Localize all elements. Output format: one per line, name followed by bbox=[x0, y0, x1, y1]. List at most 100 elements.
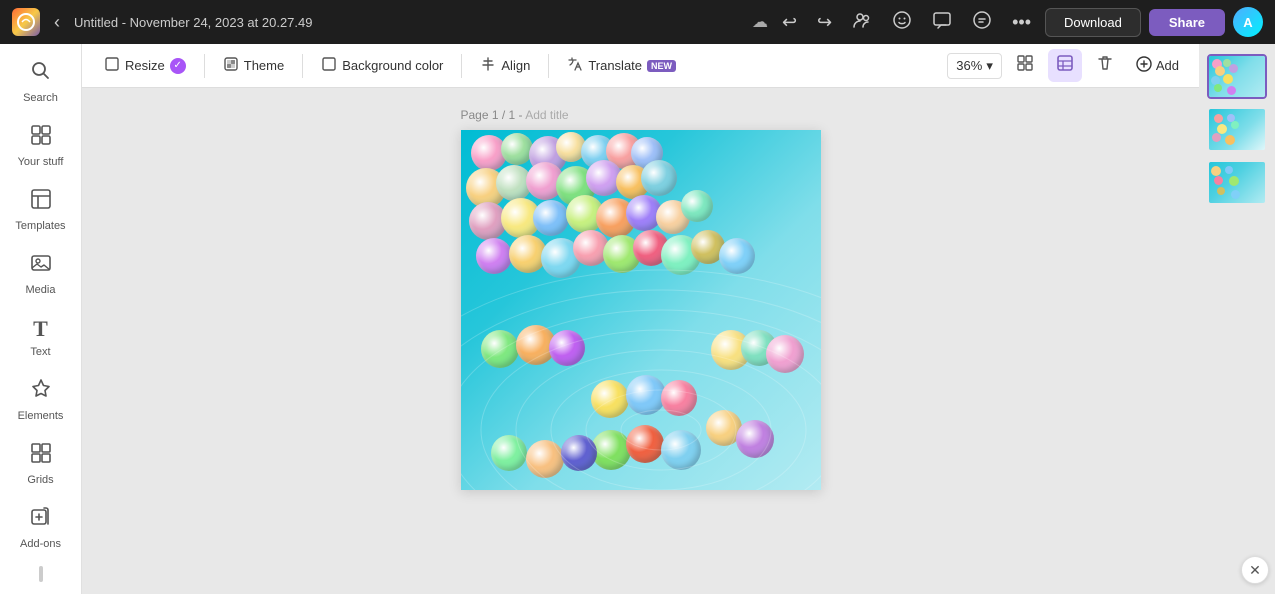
add-ons-icon bbox=[30, 506, 52, 534]
close-icon: ✕ bbox=[1249, 562, 1261, 579]
resize-label: Resize bbox=[125, 58, 165, 73]
grids-icon bbox=[30, 442, 52, 470]
canvas-image bbox=[461, 130, 821, 490]
page-label: Page 1 / 1 - Add title bbox=[461, 108, 569, 122]
toolbar-divider-3 bbox=[461, 54, 462, 78]
undo-button[interactable]: ↩ bbox=[776, 8, 803, 37]
document-title: Untitled - November 24, 2023 at 20.27.49 bbox=[74, 15, 740, 30]
sidebar-item-templates[interactable]: Templates bbox=[4, 180, 78, 240]
ball bbox=[626, 375, 666, 415]
theme-icon bbox=[223, 56, 239, 75]
ball bbox=[549, 330, 585, 366]
elements-icon bbox=[30, 378, 52, 406]
resize-icon bbox=[104, 56, 120, 75]
sidebar-item-add-ons[interactable]: Add-ons bbox=[4, 498, 78, 558]
sidebar: Search Your stuff Templates Media T Text bbox=[0, 44, 82, 594]
ball bbox=[661, 430, 701, 470]
thumbnail-3[interactable] bbox=[1207, 160, 1267, 205]
background-color-label: Background color bbox=[342, 58, 443, 73]
chat-button[interactable] bbox=[966, 6, 998, 39]
ball bbox=[641, 160, 677, 196]
more-button[interactable]: ••• bbox=[1006, 8, 1037, 37]
collaborators-button[interactable] bbox=[846, 6, 878, 39]
add-label: Add bbox=[1156, 58, 1179, 73]
background-color-button[interactable]: Background color bbox=[311, 51, 453, 80]
your-stuff-icon bbox=[30, 124, 52, 152]
thumbnail-2[interactable] bbox=[1207, 107, 1267, 152]
sidebar-item-grids[interactable]: Grids bbox=[4, 434, 78, 494]
resize-badge: ✓ bbox=[170, 58, 186, 74]
ball bbox=[561, 435, 597, 471]
text-icon: T bbox=[33, 316, 48, 342]
sidebar-item-add-ons-label: Add-ons bbox=[20, 538, 61, 550]
sidebar-scrollbar bbox=[39, 566, 43, 582]
share-button[interactable]: Share bbox=[1149, 9, 1225, 36]
theme-label: Theme bbox=[244, 58, 284, 73]
cloud-sync-icon: ☁ bbox=[752, 12, 768, 32]
canvas-area: Page 1 / 1 - Add title bbox=[82, 88, 1199, 594]
toolbar-divider-2 bbox=[302, 54, 303, 78]
sidebar-item-your-stuff[interactable]: Your stuff bbox=[4, 116, 78, 176]
main-area: Search Your stuff Templates Media T Text bbox=[0, 44, 1275, 594]
thumbnail-3-preview bbox=[1209, 162, 1265, 203]
sidebar-item-search-label: Search bbox=[23, 92, 58, 104]
redo-button[interactable]: ↪ bbox=[811, 8, 838, 37]
ball bbox=[526, 440, 564, 478]
ball bbox=[481, 330, 519, 368]
zoom-level: 36% bbox=[956, 58, 982, 73]
align-icon bbox=[480, 56, 496, 75]
comment-button[interactable] bbox=[926, 6, 958, 39]
sidebar-item-elements[interactable]: Elements bbox=[4, 370, 78, 430]
canvas-wrapper: Page 1 / 1 - Add title bbox=[461, 108, 821, 490]
resize-button[interactable]: Resize ✓ bbox=[94, 51, 196, 80]
grid-view-button[interactable] bbox=[1048, 49, 1082, 82]
topbar-actions: ↩ ↪ ••• Download Share A bbox=[776, 6, 1263, 39]
app-logo bbox=[12, 8, 40, 36]
sidebar-item-media[interactable]: Media bbox=[4, 244, 78, 304]
sidebar-item-search[interactable]: Search bbox=[4, 52, 78, 112]
sidebar-item-text[interactable]: T Text bbox=[4, 308, 78, 366]
ball bbox=[736, 420, 774, 458]
ball bbox=[591, 430, 631, 470]
ball bbox=[719, 238, 755, 274]
add-button[interactable]: Add bbox=[1128, 51, 1187, 80]
ball bbox=[626, 425, 664, 463]
thumbnail-1[interactable] bbox=[1207, 54, 1267, 99]
emoji-button[interactable] bbox=[886, 6, 918, 39]
close-panel-button[interactable]: ✕ bbox=[1241, 556, 1269, 584]
thumbnail-1-preview bbox=[1209, 56, 1265, 97]
back-button[interactable]: ‹ bbox=[48, 8, 66, 37]
sidebar-item-your-stuff-label: Your stuff bbox=[18, 156, 64, 168]
ball bbox=[476, 238, 512, 274]
zoom-control[interactable]: 36% ▾ bbox=[947, 53, 1002, 79]
sidebar-item-elements-label: Elements bbox=[18, 410, 64, 422]
translate-label: Translate bbox=[588, 58, 642, 73]
avatar[interactable]: A bbox=[1233, 7, 1263, 37]
zoom-chevron-icon: ▾ bbox=[986, 58, 993, 74]
canvas-page[interactable] bbox=[461, 130, 821, 490]
fit-page-button[interactable] bbox=[1008, 49, 1042, 82]
thumbnail-2-preview bbox=[1209, 109, 1265, 150]
delete-button[interactable] bbox=[1088, 49, 1122, 82]
media-icon bbox=[30, 252, 52, 280]
toolbar-divider-4 bbox=[548, 54, 549, 78]
ball bbox=[501, 133, 533, 165]
align-label: Align bbox=[501, 58, 530, 73]
topbar: ‹ Untitled - November 24, 2023 at 20.27.… bbox=[0, 0, 1275, 44]
align-button[interactable]: Align bbox=[470, 51, 540, 80]
toolbar-divider-1 bbox=[204, 54, 205, 78]
search-icon bbox=[30, 60, 52, 88]
ball bbox=[591, 380, 629, 418]
toolbar-right: 36% ▾ Add bbox=[947, 49, 1187, 82]
translate-button[interactable]: Translate NEW bbox=[557, 51, 686, 80]
sidebar-item-templates-label: Templates bbox=[15, 220, 65, 232]
theme-button[interactable]: Theme bbox=[213, 51, 294, 80]
ball bbox=[491, 435, 527, 471]
templates-icon bbox=[30, 188, 52, 216]
translate-icon bbox=[567, 56, 583, 75]
toolbar: Resize ✓ Theme Background color bbox=[82, 44, 1199, 88]
ball bbox=[533, 200, 569, 236]
page-title-placeholder[interactable]: Add title bbox=[525, 108, 568, 122]
add-icon bbox=[1136, 56, 1152, 75]
download-button[interactable]: Download bbox=[1045, 8, 1141, 37]
